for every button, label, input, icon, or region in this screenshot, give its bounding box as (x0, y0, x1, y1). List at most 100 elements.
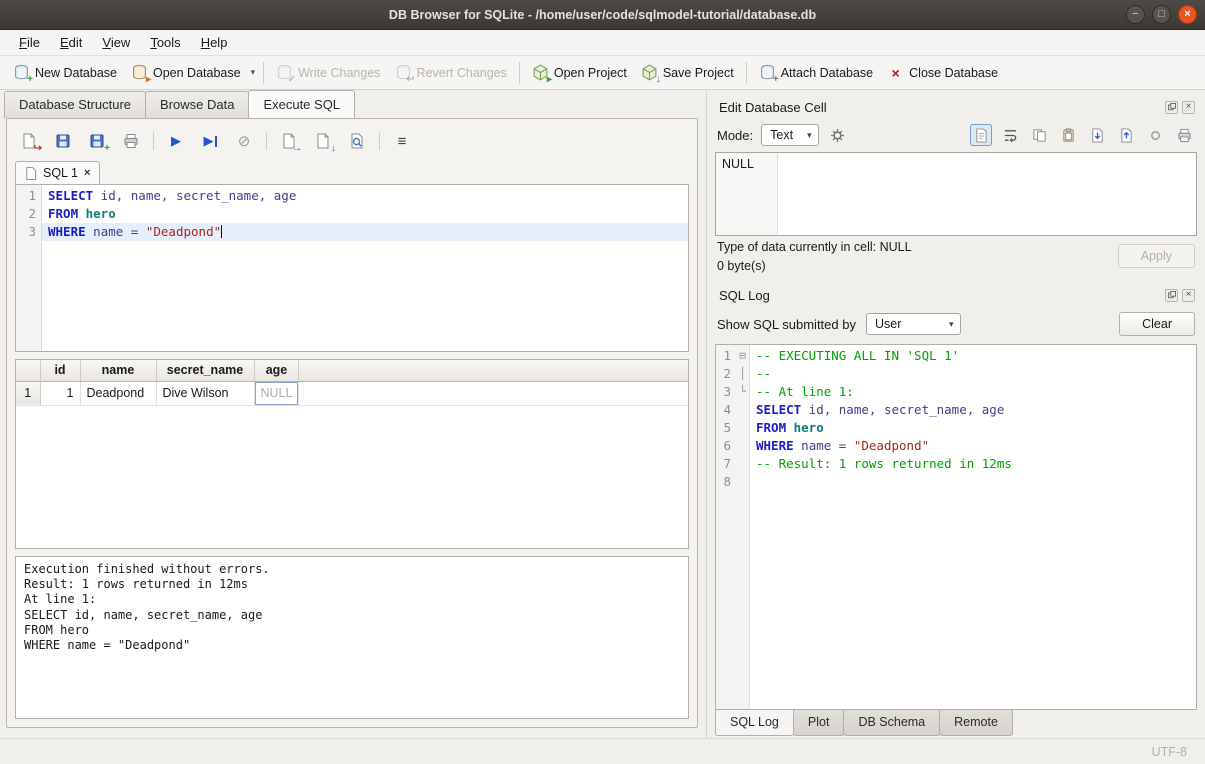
column-header[interactable]: id (40, 360, 80, 381)
fold-marker-icon[interactable]: ⊟ (736, 347, 749, 365)
save-sql-file-icon[interactable] (51, 129, 75, 153)
chevron-down-icon: ▾ (949, 319, 954, 330)
code-line[interactable]: WHERE name = "Deadpond" (42, 223, 688, 241)
close-sql-tab-icon[interactable]: × (84, 167, 90, 179)
mode-select[interactable]: Text ▾ (761, 124, 818, 146)
code-line[interactable]: FROM hero (42, 205, 688, 223)
fold-line (736, 455, 749, 473)
cell[interactable]: Deadpond (80, 381, 156, 405)
execute-line-icon[interactable]: ▶ (198, 129, 222, 153)
code-line[interactable]: SELECT id, name, secret_name, age (750, 401, 1196, 419)
format-sql-icon[interactable]: ≡ (390, 129, 414, 153)
close-panel-icon[interactable]: × (1182, 101, 1195, 114)
attach-database-button[interactable]: + Attach Database (752, 60, 880, 85)
stop-execution-icon[interactable]: ⊘ (232, 129, 256, 153)
export-results-icon[interactable]: → (277, 129, 301, 153)
code-line[interactable]: -- At line 1: (750, 383, 1196, 401)
print-cell-icon[interactable] (1173, 124, 1195, 146)
word-wrap-icon[interactable] (999, 124, 1021, 146)
menu-edit[interactable]: Edit (51, 32, 91, 53)
cell[interactable]: 1 (40, 381, 80, 405)
column-header[interactable]: name (80, 360, 156, 381)
fold-line: └ (736, 383, 749, 401)
import-sql-icon[interactable]: ↓ (311, 129, 335, 153)
auto-switch-mode-icon[interactable] (827, 124, 849, 146)
code-line[interactable]: FROM hero (750, 419, 1196, 437)
tab-sql-log[interactable]: SQL Log (715, 710, 794, 736)
code-line[interactable] (750, 473, 1196, 491)
cell-filler (299, 381, 688, 405)
tab-browse-data[interactable]: Browse Data (145, 91, 249, 118)
code-line[interactable]: SELECT id, name, secret_name, age (42, 187, 688, 205)
print-icon[interactable] (119, 129, 143, 153)
sql-log-filter-row: Show SQL submitted by User ▾ Clear (715, 306, 1197, 342)
float-panel-icon[interactable] (1165, 101, 1178, 114)
cell-editor[interactable]: NULL (715, 152, 1197, 236)
minimize-icon[interactable]: − (1126, 5, 1145, 24)
code-line[interactable]: -- EXECUTING ALL IN 'SQL 1' (750, 347, 1196, 365)
filter-label: Show SQL submitted by (717, 317, 856, 332)
tab-remote[interactable]: Remote (939, 710, 1013, 736)
code-line[interactable]: WHERE name = "Deadpond" (750, 437, 1196, 455)
write-changes-icon: ✓ (276, 64, 293, 81)
sql-log-header: SQL Log × (715, 282, 1197, 306)
open-database-dropdown-icon[interactable]: ▾ (248, 63, 259, 82)
open-project-button[interactable]: ▸ Open Project (525, 60, 634, 85)
code-line[interactable]: -- (750, 365, 1196, 383)
cell[interactable]: Dive Wilson (156, 381, 254, 405)
edit-cell-toolbar: Mode: Text ▾ (715, 118, 1197, 152)
import-cell-icon[interactable] (1086, 124, 1108, 146)
clear-log-button[interactable]: Clear (1119, 312, 1195, 336)
column-header[interactable]: age (254, 360, 299, 381)
column-header[interactable]: secret_name (156, 360, 254, 381)
line-number: 6 (716, 437, 736, 455)
close-icon[interactable]: × (1178, 5, 1197, 24)
open-database-button[interactable]: ▸ Open Database (124, 60, 248, 85)
cell-type-info: Type of data currently in cell: NULL (717, 240, 912, 254)
menu-view[interactable]: View (93, 32, 139, 53)
menu-tools[interactable]: Tools (141, 32, 189, 53)
paste-cell-icon[interactable] (1057, 124, 1079, 146)
open-project-icon: ▸ (532, 64, 549, 81)
tab-execute-sql[interactable]: Execute SQL (248, 90, 355, 118)
find-replace-icon[interactable] (345, 129, 369, 153)
execute-all-icon[interactable]: ▶ (164, 129, 188, 153)
line-number: 7 (716, 455, 736, 473)
tab-plot[interactable]: Plot (793, 710, 845, 736)
submitted-by-select[interactable]: User ▾ (866, 313, 961, 335)
tab-database-structure[interactable]: Database Structure (4, 91, 146, 118)
float-panel-icon[interactable] (1165, 289, 1178, 302)
titlebar: DB Browser for SQLite - /home/user/code/… (0, 0, 1205, 30)
sql-editor[interactable]: 123 SELECT id, name, secret_name, ageFRO… (15, 184, 689, 352)
close-panel-icon[interactable]: × (1182, 289, 1195, 302)
maximize-icon[interactable]: □ (1152, 5, 1171, 24)
menu-help[interactable]: Help (192, 32, 237, 53)
export-cell-icon[interactable] (1115, 124, 1137, 146)
set-null-icon[interactable] (1144, 124, 1166, 146)
line-number: 3 (21, 223, 41, 241)
fold-line (736, 473, 749, 491)
results-body: 11DeadpondDive WilsonNULL (16, 381, 688, 405)
code-line[interactable]: -- Result: 1 rows returned in 12ms (750, 455, 1196, 473)
sql-document-tab[interactable]: SQL 1 × (15, 161, 100, 184)
row-number[interactable]: 1 (16, 381, 40, 405)
sql-log-view: 1⊟2│3└4 5 6 7 8 -- EXECUTING ALL IN 'SQL… (715, 344, 1197, 710)
new-database-button[interactable]: + New Database (6, 60, 124, 85)
text-view-icon[interactable] (970, 124, 992, 146)
new-database-icon: + (13, 64, 30, 81)
line-number: 1 (21, 187, 41, 205)
log-code: -- EXECUTING ALL IN 'SQL 1'---- At line … (750, 345, 1196, 709)
close-database-button[interactable]: × Close Database (880, 61, 1005, 85)
save-project-button[interactable]: ↓ Save Project (634, 60, 741, 85)
tab-db-schema[interactable]: DB Schema (843, 710, 940, 736)
apply-button[interactable]: Apply (1118, 244, 1195, 268)
open-sql-file-icon[interactable]: ↪ (17, 129, 41, 153)
save-sql-as-icon[interactable]: + (85, 129, 109, 153)
cell[interactable]: NULL (254, 381, 299, 405)
cell-editor-area[interactable] (778, 153, 1196, 235)
menu-file[interactable]: File (10, 32, 49, 53)
fold-line (736, 419, 749, 437)
editor-code[interactable]: SELECT id, name, secret_name, ageFROM he… (42, 185, 688, 351)
copy-cell-icon[interactable] (1028, 124, 1050, 146)
close-database-icon: × (887, 65, 904, 81)
